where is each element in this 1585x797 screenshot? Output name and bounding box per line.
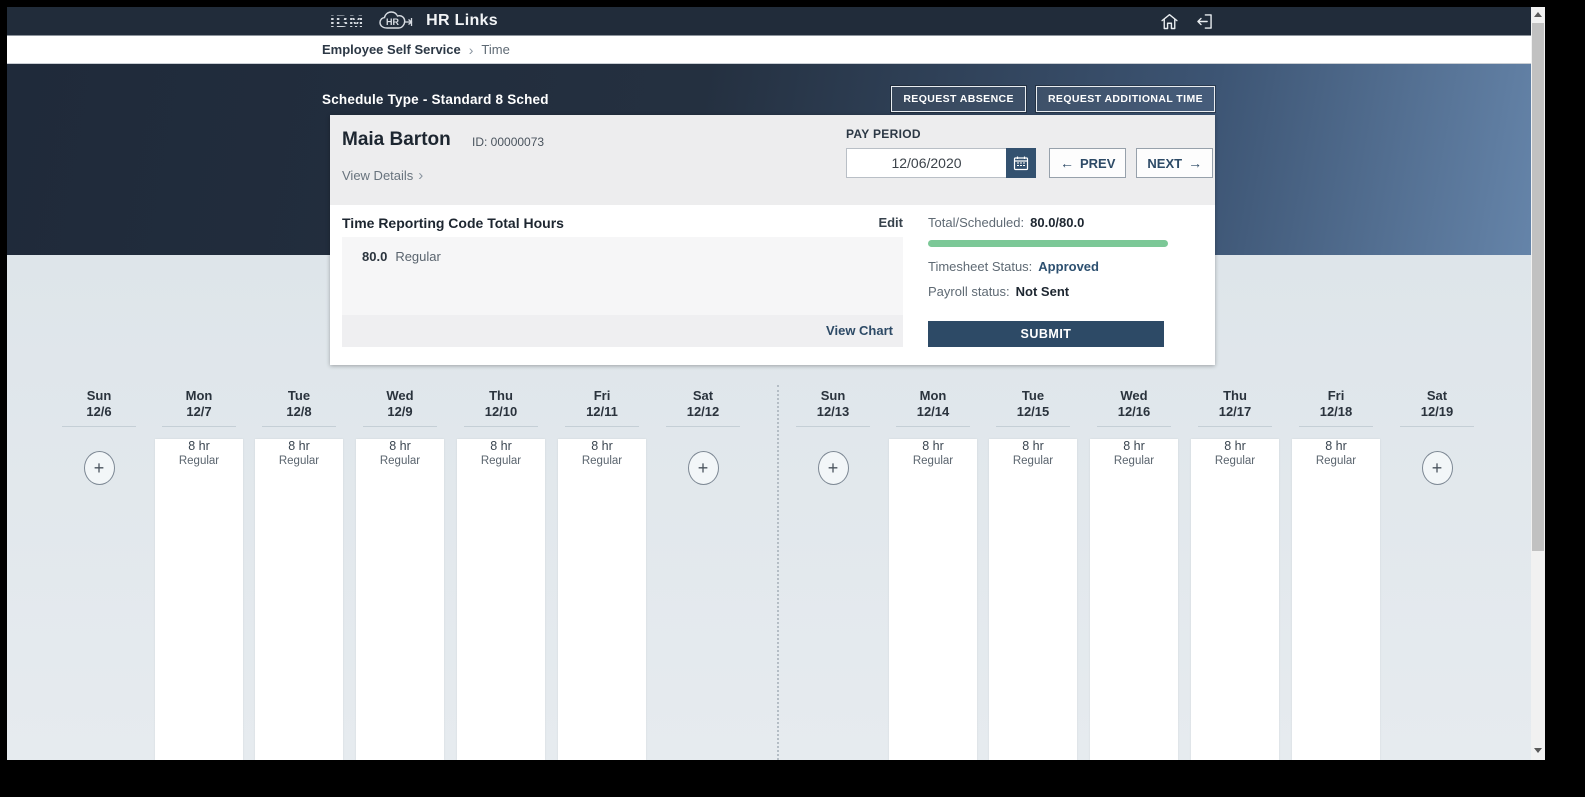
- day-column: Mon 12/14 8 hr Regular: [883, 388, 983, 760]
- entry-code: Regular: [395, 249, 441, 264]
- scroll-up-icon[interactable]: [1534, 12, 1542, 17]
- home-icon: [1161, 13, 1178, 29]
- plus-icon: +: [827, 458, 839, 478]
- day-column: Tue 12/8 8 hr Regular: [249, 388, 349, 760]
- scroll-down-icon[interactable]: [1534, 748, 1542, 753]
- timesheet-status-badge: Approved: [1038, 259, 1099, 274]
- employee-header: Maia Barton ID: 00000073 View Details › P…: [330, 115, 1215, 205]
- time-reporting-entry: 80.0 Regular: [342, 237, 903, 264]
- request-additional-time-button[interactable]: REQUEST ADDITIONAL TIME: [1035, 86, 1215, 112]
- sign-out-button[interactable]: [1194, 11, 1215, 32]
- request-absence-button[interactable]: REQUEST ABSENCE: [891, 86, 1026, 112]
- pay-period-date-input[interactable]: [846, 148, 1006, 178]
- scrollbar-thumb[interactable]: [1532, 23, 1544, 551]
- top-navbar: IBM HR HR Links: [7, 7, 1531, 36]
- day-column: Sun 12/13 +: [783, 388, 883, 485]
- prev-pay-period-button[interactable]: ← PREV: [1049, 148, 1127, 178]
- time-entry-card[interactable]: 8 hr Regular: [155, 439, 243, 760]
- day-column: Sat 12/12 +: [653, 388, 753, 485]
- day-column: Thu 12/17 8 hr Regular: [1185, 388, 1285, 760]
- day-column: Sat 12/19 +: [1387, 388, 1487, 485]
- add-time-button[interactable]: +: [687, 451, 719, 485]
- breadcrumb-separator-icon: ›: [468, 41, 474, 58]
- add-time-button[interactable]: +: [817, 451, 849, 485]
- payroll-status-value: Not Sent: [1015, 284, 1070, 299]
- time-entry-card[interactable]: 8 hr Regular: [1191, 439, 1279, 760]
- next-pay-period-button[interactable]: NEXT →: [1136, 148, 1214, 178]
- vertical-scrollbar[interactable]: [1531, 7, 1545, 760]
- time-entry-card[interactable]: 8 hr Regular: [1090, 439, 1178, 760]
- sign-out-icon: [1197, 13, 1212, 29]
- add-time-button[interactable]: +: [1421, 451, 1453, 485]
- view-details-link[interactable]: View Details ›: [342, 167, 423, 184]
- time-reporting-section: Time Reporting Code Total Hours Edit 80.…: [330, 205, 1215, 365]
- edit-button[interactable]: Edit: [878, 215, 903, 230]
- day-column: Wed 12/9 8 hr Regular: [350, 388, 450, 760]
- submit-button[interactable]: SUBMIT: [928, 321, 1164, 347]
- timesheet-summary-card: Maia Barton ID: 00000073 View Details › P…: [330, 115, 1215, 365]
- time-reporting-totals-panel: 80.0 Regular: [342, 237, 903, 315]
- svg-text:HR: HR: [386, 17, 399, 27]
- day-column: Sun 12/6 +: [49, 388, 149, 485]
- day-column: Thu 12/10 8 hr Regular: [451, 388, 551, 760]
- total-scheduled-value: 80.0/80.0: [1030, 215, 1085, 230]
- entry-hours: 80.0: [362, 249, 388, 264]
- ibm-logo: IBM: [328, 11, 366, 31]
- pay-period-label: PAY PERIOD: [846, 127, 921, 141]
- day-column: Fri 12/18 8 hr Regular: [1286, 388, 1386, 760]
- time-entry-card[interactable]: 8 hr Regular: [558, 439, 646, 760]
- hr-cloud-logo-icon: HR: [378, 9, 416, 33]
- plus-icon: +: [93, 458, 105, 478]
- day-column: Wed 12/16 8 hr Regular: [1084, 388, 1184, 760]
- day-column: Fri 12/11 8 hr Regular: [552, 388, 652, 760]
- app-title: HR Links: [426, 12, 498, 29]
- pay-period-section: PAY PERIOD ←PREV NEXT→: [846, 127, 1214, 178]
- hours-progress-bar: [928, 240, 1168, 247]
- time-entry-card[interactable]: 8 hr Regular: [889, 439, 977, 760]
- home-button[interactable]: [1159, 11, 1180, 32]
- arrow-right-icon: →: [1188, 155, 1203, 171]
- time-entry-card[interactable]: 8 hr Regular: [989, 439, 1077, 760]
- chevron-right-icon: ›: [418, 167, 424, 184]
- day-column: Tue 12/15 8 hr Regular: [983, 388, 1083, 760]
- arrow-left-icon: ←: [1060, 155, 1074, 171]
- plus-icon: +: [697, 458, 709, 478]
- employee-name: Maia Barton: [342, 129, 451, 150]
- employee-id: ID: 00000073: [472, 135, 545, 149]
- view-chart-link[interactable]: View Chart: [826, 315, 893, 347]
- add-time-button[interactable]: +: [83, 451, 115, 485]
- week-divider: [777, 385, 779, 760]
- app-window: IBM HR HR Links Employee Self Service › …: [7, 7, 1545, 760]
- day-column: Mon 12/7 8 hr Regular: [149, 388, 249, 760]
- breadcrumb: Employee Self Service › Time: [7, 36, 1531, 64]
- view-chart-strip: View Chart: [342, 315, 903, 347]
- status-summary: Total/Scheduled: 80.0/80.0 Timesheet Stat…: [928, 215, 1168, 347]
- time-reporting-title: Time Reporting Code Total Hours: [342, 215, 564, 231]
- breadcrumb-employee-self-service[interactable]: Employee Self Service: [322, 42, 461, 57]
- calendar-picker-button[interactable]: [1006, 148, 1036, 178]
- breadcrumb-time: Time: [481, 42, 510, 57]
- payroll-status-row: Payroll status: Not Sent: [928, 284, 1070, 299]
- time-entry-card[interactable]: 8 hr Regular: [457, 439, 545, 760]
- calendar-icon: [1013, 156, 1029, 171]
- time-entry-card[interactable]: 8 hr Regular: [255, 439, 343, 760]
- time-entry-card[interactable]: 8 hr Regular: [1292, 439, 1380, 760]
- time-entry-card[interactable]: 8 hr Regular: [356, 439, 444, 760]
- plus-icon: +: [1431, 458, 1443, 478]
- total-scheduled-row: Total/Scheduled: 80.0/80.0: [928, 215, 1085, 230]
- schedule-type-label: Schedule Type - Standard 8 Sched: [322, 91, 549, 107]
- timesheet-status-row: Timesheet Status: Approved: [928, 259, 1099, 274]
